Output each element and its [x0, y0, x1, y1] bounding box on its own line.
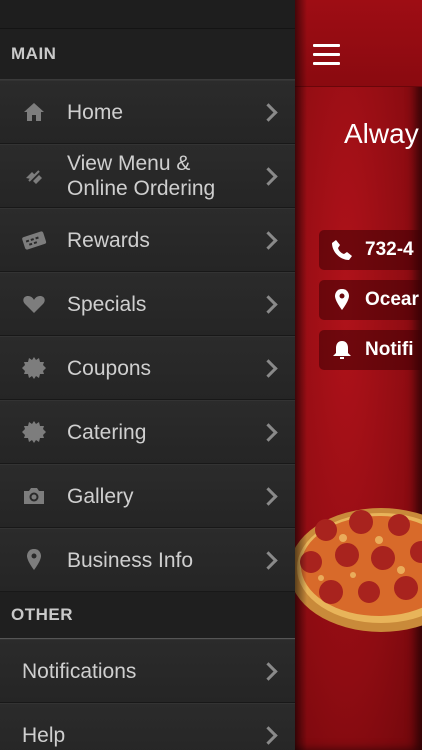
- menu-item-gallery[interactable]: Gallery: [0, 464, 295, 528]
- chevron-right-icon: [259, 662, 278, 681]
- location-pin-icon: [21, 547, 47, 573]
- chevron-right-icon: [259, 231, 278, 250]
- pizza-image: [295, 500, 422, 650]
- location-pin-icon: [329, 288, 355, 312]
- drawer-shadow: [295, 0, 307, 750]
- menu-item-specials[interactable]: Specials: [0, 272, 295, 336]
- navigation-drawer: MAIN Home View Menu & Online Ordering Re…: [0, 0, 295, 750]
- home-icon: [21, 99, 47, 125]
- rewards-card-icon: [21, 227, 47, 253]
- location-button[interactable]: Ocear: [319, 280, 422, 320]
- menu-item-label: Coupons: [67, 356, 152, 380]
- section-header-main: MAIN: [0, 29, 295, 80]
- menu-item-notifications[interactable]: Notifications: [0, 639, 295, 703]
- phone-text: 732-4: [365, 239, 414, 260]
- tagline-text: Alway: [344, 118, 419, 149]
- section-header-other: OTHER: [0, 592, 295, 639]
- menu-item-view-menu[interactable]: View Menu & Online Ordering: [0, 144, 295, 208]
- menu-item-label: Help: [22, 723, 66, 747]
- heart-icon: [21, 291, 47, 317]
- chevron-right-icon: [259, 551, 278, 570]
- chevron-right-icon: [259, 167, 278, 186]
- phone-button[interactable]: 732-4: [319, 230, 422, 270]
- notifications-text: Notifi: [365, 339, 414, 360]
- badge-icon: [21, 355, 47, 381]
- menu-item-business-info[interactable]: Business Info: [0, 528, 295, 592]
- chevron-right-icon: [259, 103, 278, 122]
- menu-item-label: Rewards: [67, 228, 150, 252]
- location-text: Ocear: [365, 289, 419, 310]
- phone-icon: [329, 238, 355, 262]
- menu-item-label: Notifications: [22, 659, 137, 683]
- menu-item-help[interactable]: Help: [0, 703, 295, 750]
- menu-item-home[interactable]: Home: [0, 80, 295, 144]
- top-bar: [295, 0, 422, 87]
- bell-icon: [329, 339, 355, 361]
- menu-item-label: Specials: [67, 292, 147, 316]
- menu-item-label: Gallery: [67, 484, 134, 508]
- chevron-right-icon: [259, 423, 278, 442]
- status-bar-area: [0, 0, 295, 29]
- chevron-right-icon: [259, 487, 278, 506]
- menu-item-catering[interactable]: Catering: [0, 400, 295, 464]
- menu-item-label: View Menu & Online Ordering: [67, 152, 216, 200]
- hamburger-menu-icon[interactable]: [313, 44, 340, 71]
- menu-item-label: Home: [67, 100, 124, 124]
- menu-item-label: Business Info: [67, 548, 194, 572]
- chevron-right-icon: [259, 359, 278, 378]
- menu-item-coupons[interactable]: Coupons: [0, 336, 295, 400]
- menu-item-rewards[interactable]: Rewards: [0, 208, 295, 272]
- camera-icon: [21, 483, 47, 509]
- menu-link-icon: [21, 163, 47, 189]
- notifications-button[interactable]: Notifi: [319, 330, 422, 370]
- chevron-right-icon: [259, 295, 278, 314]
- chevron-right-icon: [259, 726, 278, 745]
- menu-item-label: Catering: [67, 420, 147, 444]
- main-content-panel[interactable]: Alway 732-4 Ocear Notifi: [295, 0, 422, 750]
- badge-icon: [21, 419, 47, 445]
